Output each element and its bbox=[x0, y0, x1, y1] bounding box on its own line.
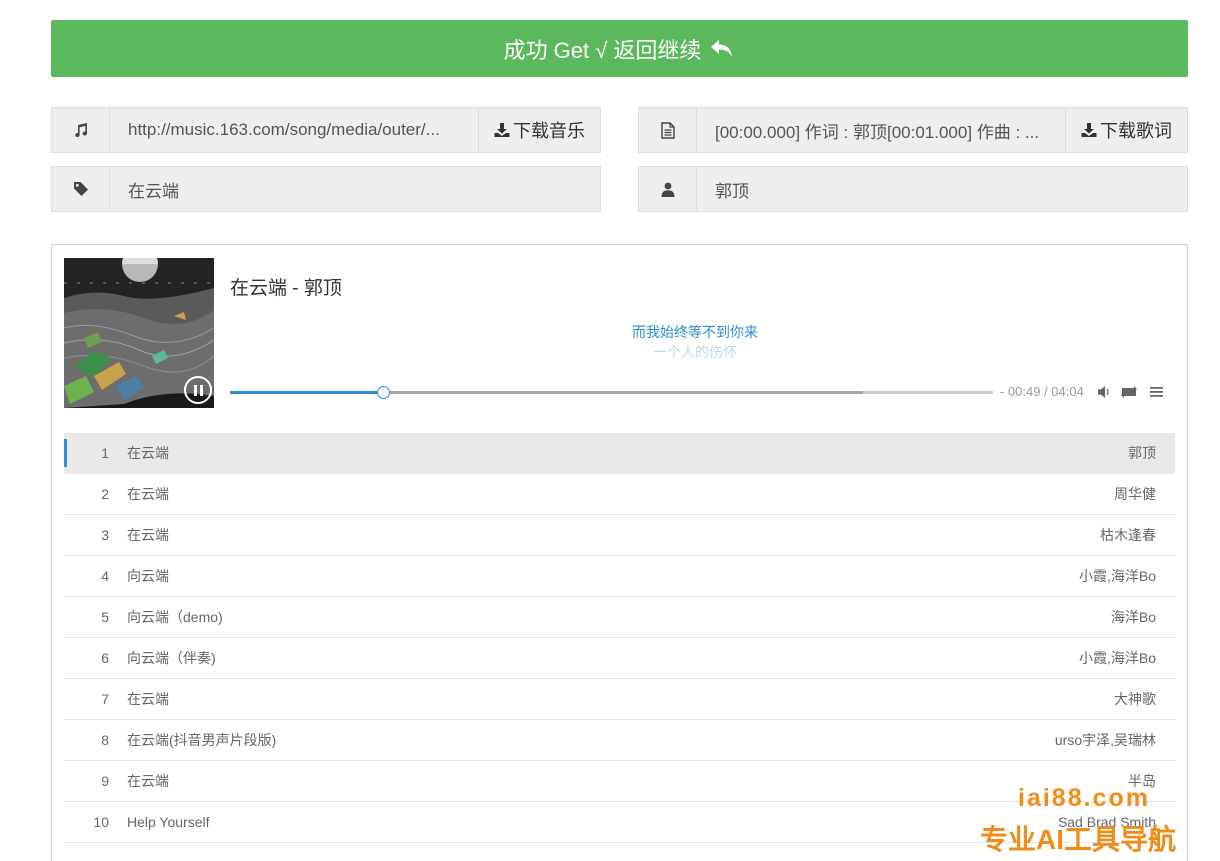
playlist-menu-icon[interactable] bbox=[1149, 384, 1164, 405]
success-return-button[interactable]: 成功 Get √ 返回继续 bbox=[51, 20, 1188, 77]
time-display: - 00:49 / 04:04 bbox=[1000, 384, 1084, 399]
track-artist: 周华健 bbox=[1114, 486, 1156, 502]
track-name: 在云端 bbox=[127, 691, 169, 707]
loop-icon[interactable] bbox=[1120, 384, 1138, 405]
volume-icon[interactable] bbox=[1097, 384, 1113, 405]
track-artist: 郭顶 bbox=[1128, 445, 1156, 461]
album-cover bbox=[64, 258, 214, 408]
download-music-button[interactable]: 下载音乐 bbox=[478, 108, 600, 152]
progress-bar[interactable] bbox=[230, 386, 993, 399]
success-return-label: 成功 Get √ 返回继续 bbox=[503, 37, 702, 63]
lyrics-input[interactable]: [00:00.000] 作词 : 郭顶[00:01.000] 作曲 : ... bbox=[697, 108, 1065, 152]
music-player: 在云端 - 郭顶 而我始终等不到你来 一个人的伤怀 - 00:49 / 04:0… bbox=[51, 244, 1188, 861]
download-lyrics-button[interactable]: 下载歌词 bbox=[1065, 108, 1187, 152]
watermark-tagline: 专业AI工具导航 bbox=[980, 824, 1177, 855]
document-icon bbox=[639, 108, 697, 152]
tag-icon bbox=[52, 167, 110, 211]
pause-button[interactable] bbox=[184, 376, 212, 404]
track-name: 向云端（demo) bbox=[127, 609, 223, 625]
track-number: 2 bbox=[101, 486, 109, 502]
track-artist: 枯木逢春 bbox=[1100, 527, 1156, 543]
lyrics-field: [00:00.000] 作词 : 郭顶[00:01.000] 作曲 : ... … bbox=[638, 107, 1188, 153]
reply-arrow-icon bbox=[711, 39, 733, 57]
track-artist: 小霞,海洋Bo bbox=[1078, 568, 1156, 584]
user-icon bbox=[639, 167, 697, 211]
current-lyric-line: 而我始终等不到你来 bbox=[632, 324, 758, 340]
playlist-row[interactable]: 3 在云端 枯木逢春 bbox=[64, 515, 1175, 556]
track-artist: 大神歌 bbox=[1114, 691, 1156, 707]
playlist: 1 在云端 郭顶 2 在云端 周华健 3 在云端 枯木逢春 4 向云端 小霞,海洋Bo 5 向云端（dem… bbox=[64, 433, 1175, 843]
now-playing-title: 在云端 - 郭顶 bbox=[230, 278, 342, 299]
track-number: 6 bbox=[101, 650, 109, 666]
playlist-row[interactable]: 4 向云端 小霞,海洋Bo bbox=[64, 556, 1175, 597]
track-name: Help Yourself bbox=[127, 814, 210, 830]
progress-thumb[interactable] bbox=[376, 386, 390, 399]
track-number: 7 bbox=[101, 691, 109, 707]
music-url-field: http://music.163.com/song/media/outer/..… bbox=[51, 107, 601, 153]
download-icon bbox=[1081, 123, 1097, 137]
watermark-domain: iai88.com bbox=[1018, 784, 1150, 812]
playlist-row[interactable]: 1 在云端 郭顶 bbox=[64, 433, 1175, 474]
track-number: 10 bbox=[93, 814, 109, 830]
playlist-row[interactable]: 2 在云端 周华健 bbox=[64, 474, 1175, 515]
track-number: 9 bbox=[101, 773, 109, 789]
music-url-input[interactable]: http://music.163.com/song/media/outer/..… bbox=[110, 108, 478, 152]
track-name: 在云端 bbox=[127, 773, 169, 789]
artist-input[interactable]: 郭顶 bbox=[697, 167, 1187, 211]
playlist-row[interactable]: 9 在云端 半岛 bbox=[64, 761, 1175, 802]
track-artist: urso宇泽,吴瑞林 bbox=[1054, 732, 1156, 748]
track-name: 在云端 bbox=[127, 445, 169, 461]
track-number: 8 bbox=[101, 732, 109, 748]
track-artist: 小霞,海洋Bo bbox=[1078, 650, 1156, 666]
playlist-row[interactable]: 8 在云端(抖音男声片段版) urso宇泽,吴瑞林 bbox=[64, 720, 1175, 761]
track-number: 3 bbox=[101, 527, 109, 543]
track-number: 4 bbox=[101, 568, 109, 584]
playlist-row[interactable]: 5 向云端（demo) 海洋Bo bbox=[64, 597, 1175, 638]
music-note-icon bbox=[52, 108, 110, 152]
track-number: 5 bbox=[101, 609, 109, 625]
track-name: 向云端 bbox=[127, 568, 169, 584]
track-number: 1 bbox=[101, 445, 109, 461]
track-name: 在云端(抖音男声片段版) bbox=[127, 732, 277, 748]
download-icon bbox=[494, 123, 510, 137]
track-artist: 海洋Bo bbox=[1110, 609, 1156, 625]
next-lyric-line: 一个人的伤怀 bbox=[653, 344, 737, 360]
track-name: 在云端 bbox=[127, 486, 169, 502]
progress-played bbox=[230, 391, 383, 394]
playlist-row[interactable]: 7 在云端 大神歌 bbox=[64, 679, 1175, 720]
song-title-field: 在云端 bbox=[51, 166, 601, 212]
track-name: 在云端 bbox=[127, 527, 169, 543]
artist-field: 郭顶 bbox=[638, 166, 1188, 212]
song-title-input[interactable]: 在云端 bbox=[110, 167, 600, 211]
playlist-row[interactable]: 6 向云端（伴奏) 小霞,海洋Bo bbox=[64, 638, 1175, 679]
track-name: 向云端（伴奏) bbox=[127, 650, 216, 666]
